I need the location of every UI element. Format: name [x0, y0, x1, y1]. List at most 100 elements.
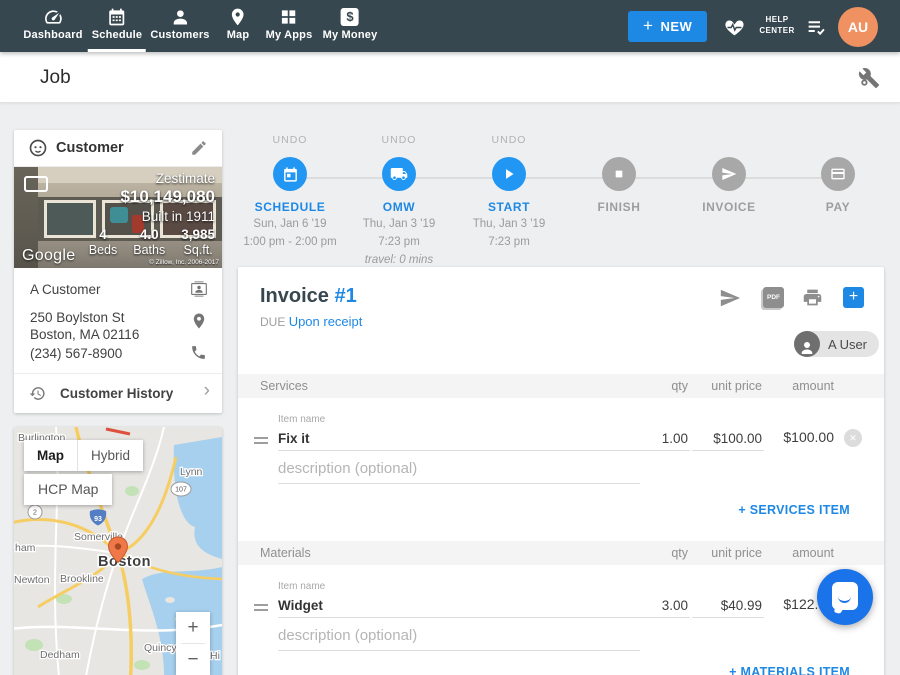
add-materials-item-link[interactable]: + MATERIALS ITEM [729, 665, 850, 675]
amount-column-header: amount [792, 546, 834, 560]
unit-price-column-header: unit price [711, 546, 762, 560]
phone-icon[interactable] [190, 344, 208, 362]
zoom-out-button[interactable]: − [176, 644, 210, 675]
new-button-label: NEW [660, 19, 692, 34]
chat-smile [838, 595, 851, 603]
start-step-icon[interactable] [492, 157, 526, 191]
finish-step-icon[interactable] [602, 157, 636, 191]
contact-card-icon[interactable] [190, 280, 208, 298]
service-amount: $100.00 [783, 429, 834, 445]
step-date: Sun, Jan 6 '19 [235, 217, 345, 232]
job-tools-icon[interactable] [858, 67, 880, 89]
customer-address-line2: Boston, MA 02116 [30, 327, 139, 342]
service-qty-input[interactable]: 1.00 [662, 431, 688, 446]
map-label-lynn: Lynn [180, 466, 203, 478]
step-label: SCHEDULE [235, 200, 345, 214]
customers-icon [170, 7, 190, 27]
location-pin-icon[interactable] [190, 312, 208, 330]
expand-photo-icon[interactable] [24, 176, 48, 192]
undo-schedule-link[interactable]: UNDO [235, 134, 345, 147]
unit-price-column-header: unit price [711, 379, 762, 393]
undo-start-link[interactable]: UNDO [454, 134, 564, 147]
step-schedule: UNDO SCHEDULE Sun, Jan 6 '19 1:00 pm - 2… [235, 134, 345, 250]
drag-handle[interactable] [254, 437, 268, 445]
nav-item-customers[interactable]: Customers [150, 0, 209, 52]
input-underline [618, 450, 690, 451]
customer-history-row[interactable]: Customer History › [14, 374, 222, 413]
nav-item-map[interactable]: Map [227, 0, 250, 52]
map-label-newton: Newton [14, 574, 50, 586]
assigned-user-chip[interactable]: A User [794, 331, 879, 357]
map-view-button[interactable]: Map [24, 440, 77, 471]
undo-omw-link[interactable]: UNDO [344, 134, 454, 147]
due-label: DUE [260, 315, 285, 329]
service-unit-price-input[interactable]: $100.00 [713, 431, 762, 446]
service-item-name-input[interactable]: Fix it [278, 431, 310, 446]
help-line1: HELP [766, 15, 789, 24]
invoice-due: DUE Upon receipt [260, 314, 362, 329]
hybrid-view-button[interactable]: Hybrid [78, 440, 143, 471]
sqft-label: Sq.ft. [181, 243, 215, 257]
pay-step-icon[interactable] [821, 157, 855, 191]
nav-item-my-apps[interactable]: My Apps [266, 0, 313, 52]
nav-item-schedule[interactable]: Schedule [92, 0, 143, 52]
google-watermark: Google [22, 247, 75, 265]
heart-pulse-icon[interactable] [724, 17, 744, 37]
property-photo: Zestimate $10,149,080 Built in 1911 4Bed… [14, 167, 222, 268]
i93-shield: 93 [94, 516, 102, 523]
material-qty-input[interactable]: 3.00 [662, 598, 688, 613]
send-invoice-icon[interactable] [719, 287, 741, 309]
dashboard-icon [43, 7, 63, 27]
step-date: Thu, Jan 3 '19 [344, 217, 454, 232]
material-description-input[interactable]: description (optional) [278, 627, 417, 644]
map-card: 2 107 93 Burlington Lynn Somerville ham … [14, 427, 222, 675]
help-center-link[interactable]: HELP CENTER [756, 14, 798, 36]
input-underline [692, 617, 764, 618]
drag-handle[interactable] [254, 604, 268, 612]
services-header-band: Services qty unit price amount [238, 374, 884, 398]
due-value-link[interactable]: Upon receipt [289, 314, 363, 329]
zestimate-label: Zestimate [89, 171, 215, 186]
chat-fab-button[interactable] [817, 569, 873, 625]
add-invoice-button[interactable]: + [843, 287, 864, 308]
customer-phone: (234) 567-8900 [30, 346, 122, 361]
delete-service-item-button[interactable]: ✕ [844, 429, 862, 447]
invoice-step-icon[interactable] [712, 157, 746, 191]
map-type-control: Map Hybrid [24, 440, 143, 471]
print-icon[interactable] [802, 287, 824, 309]
step-label: START [454, 200, 564, 214]
omw-step-icon[interactable] [382, 157, 416, 191]
new-button[interactable]: + NEW [628, 11, 707, 42]
nav-label: My Apps [266, 29, 313, 41]
help-line2: CENTER [759, 26, 794, 35]
edit-pencil-icon[interactable] [190, 139, 208, 157]
service-description-input[interactable]: description (optional) [278, 460, 417, 477]
add-services-item-link[interactable]: + SERVICES ITEM [738, 503, 850, 517]
step-time: 1:00 pm - 2:00 pm [235, 235, 345, 250]
user-avatar[interactable]: AU [838, 7, 878, 47]
step-start: UNDO START Thu, Jan 3 '19 7:23 pm [454, 134, 564, 250]
nav-item-dashboard[interactable]: Dashboard [23, 0, 82, 52]
hcp-map-button[interactable]: HCP Map [24, 474, 112, 505]
step-invoice: INVOICE [674, 134, 784, 214]
invoice-title: Invoice #1 [260, 285, 357, 308]
schedule-step-icon[interactable] [273, 157, 307, 191]
qty-column-header: qty [671, 379, 688, 393]
page-title-bar: Job [0, 52, 900, 103]
item-name-label: Item name [278, 414, 325, 425]
step-omw: UNDO OMW Thu, Jan 3 '19 7:23 pm travel: … [344, 134, 454, 268]
route-2-shield: 2 [33, 510, 37, 517]
step-label: PAY [783, 200, 893, 214]
list-check-icon[interactable] [806, 17, 826, 37]
app-screen: Dashboard Schedule Customers Map My Apps [0, 0, 900, 675]
pdf-icon[interactable]: PDF [763, 287, 784, 308]
zoom-in-button[interactable]: + [176, 612, 210, 643]
customer-name: A Customer [30, 282, 101, 297]
material-item-name-input[interactable]: Widget [278, 598, 323, 613]
material-unit-price-input[interactable]: $40.99 [721, 598, 762, 613]
property-stats: 4Beds 4.0Baths 3,985Sq.ft. [89, 227, 215, 257]
step-time: 7:23 pm [344, 235, 454, 250]
apps-grid-icon [279, 7, 299, 27]
nav-item-my-money[interactable]: $ My Money [323, 0, 378, 52]
zestimate-overlay: Zestimate $10,149,080 Built in 1911 4Bed… [89, 171, 215, 257]
